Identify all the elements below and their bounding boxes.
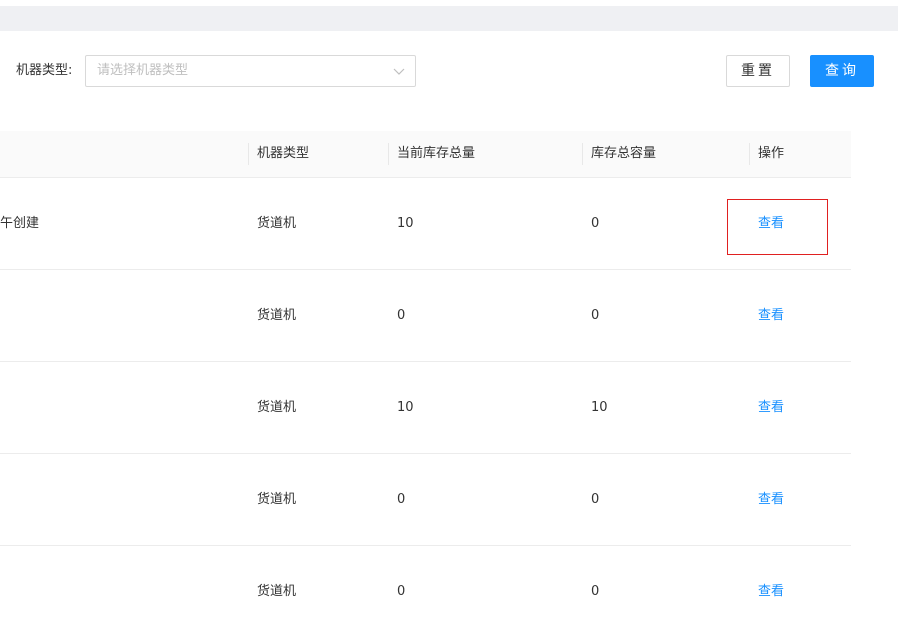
reset-button[interactable]: 重置 bbox=[726, 55, 790, 87]
cell-machine-type: 货道机 bbox=[257, 584, 297, 599]
table-row: 货道机 0 0 查看 bbox=[0, 454, 851, 546]
column-header-current-stock: 当前库存总量 bbox=[397, 146, 476, 161]
cell-current-stock: 10 bbox=[397, 400, 414, 415]
cell-current-stock: 0 bbox=[397, 584, 406, 599]
cell-machine-type: 货道机 bbox=[257, 400, 297, 415]
table-header: 机器类型 当前库存总量 库存总容量 操作 bbox=[0, 131, 851, 178]
cell-total-capacity: 0 bbox=[591, 308, 600, 323]
column-divider bbox=[248, 143, 249, 165]
machine-type-select[interactable]: 请选择机器类型 bbox=[85, 55, 416, 87]
view-link[interactable]: 查看 bbox=[758, 454, 784, 546]
column-divider bbox=[582, 143, 583, 165]
table-row: 货道机 0 0 查看 bbox=[0, 546, 851, 638]
column-divider bbox=[388, 143, 389, 165]
cell-machine-type: 货道机 bbox=[257, 216, 297, 231]
cell-machine-type: 货道机 bbox=[257, 308, 297, 323]
column-header-total-capacity: 库存总容量 bbox=[591, 146, 657, 161]
cell-current-stock: 0 bbox=[397, 492, 406, 507]
column-header-machine-type: 机器类型 bbox=[257, 146, 310, 161]
top-bar bbox=[0, 6, 898, 31]
query-button[interactable]: 查询 bbox=[810, 55, 874, 87]
cell-machine-type: 货道机 bbox=[257, 492, 297, 507]
cell-total-capacity: 0 bbox=[591, 216, 600, 231]
inventory-table: 机器类型 当前库存总量 库存总容量 操作 午创建 货道机 10 0 查看 货道机… bbox=[0, 131, 851, 638]
machine-type-placeholder: 请选择机器类型 bbox=[97, 63, 189, 78]
cell-current-stock: 0 bbox=[397, 308, 406, 323]
view-link[interactable]: 查看 bbox=[758, 362, 784, 454]
machine-type-label: 机器类型: bbox=[16, 63, 73, 78]
cell-total-capacity: 0 bbox=[591, 584, 600, 599]
cell-total-capacity: 10 bbox=[591, 400, 608, 415]
cell-total-capacity: 0 bbox=[591, 492, 600, 507]
table-row: 货道机 0 0 查看 bbox=[0, 270, 851, 362]
table-row: 午创建 货道机 10 0 查看 bbox=[0, 178, 851, 270]
view-link[interactable]: 查看 bbox=[758, 270, 784, 362]
cell-name: 午创建 bbox=[0, 216, 40, 231]
chevron-down-icon bbox=[393, 68, 405, 75]
cell-current-stock: 10 bbox=[397, 216, 414, 231]
table-row: 货道机 10 10 查看 bbox=[0, 362, 851, 454]
column-divider bbox=[749, 143, 750, 165]
view-link[interactable]: 查看 bbox=[758, 546, 784, 638]
view-link[interactable]: 查看 bbox=[758, 178, 784, 270]
column-header-action: 操作 bbox=[758, 146, 785, 161]
